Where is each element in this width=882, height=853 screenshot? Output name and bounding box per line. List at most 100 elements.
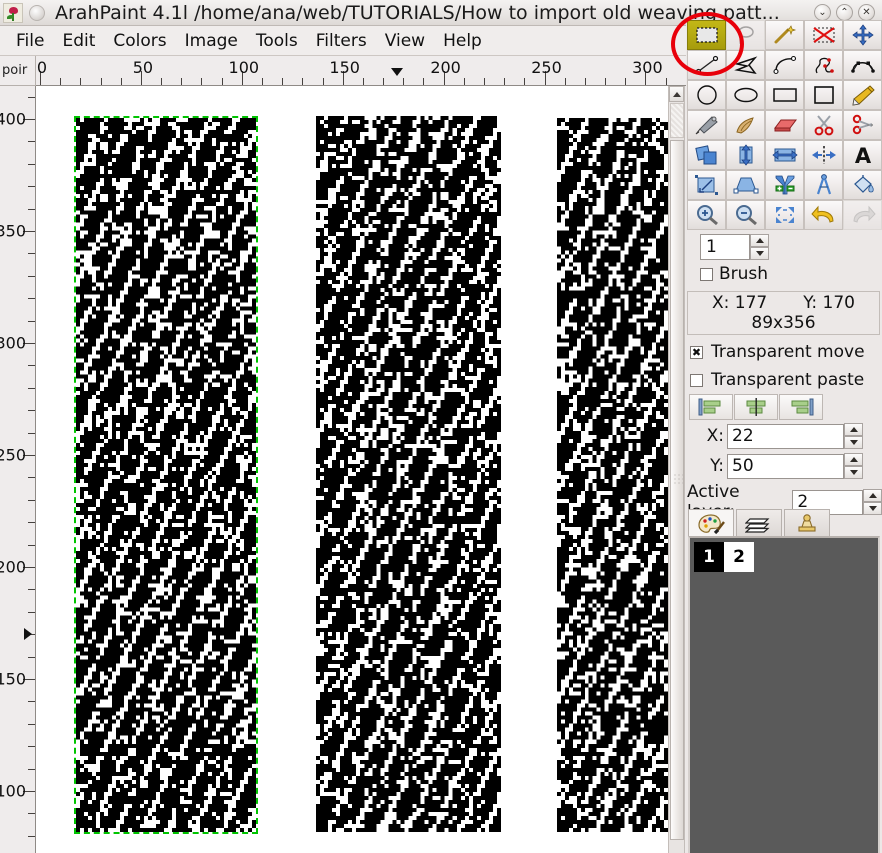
transparent-paste-row[interactable]: Transparent paste bbox=[690, 370, 864, 390]
fit-to-window-tool[interactable] bbox=[765, 200, 804, 230]
pencil-tool[interactable] bbox=[843, 80, 882, 110]
brush-checkbox[interactable] bbox=[700, 267, 713, 281]
magic-wand-tool[interactable] bbox=[765, 20, 804, 50]
tab-layers[interactable] bbox=[736, 509, 782, 537]
move-tool[interactable] bbox=[843, 20, 882, 50]
vertical-scrollbar[interactable] bbox=[668, 86, 685, 853]
smudge-tool[interactable] bbox=[726, 110, 765, 140]
close-icon[interactable]: ✕ bbox=[858, 4, 875, 21]
menu-filters[interactable]: Filters bbox=[307, 29, 376, 53]
text-tool[interactable]: A bbox=[843, 140, 882, 170]
position-x-up-button[interactable] bbox=[844, 423, 863, 436]
perspective-tool[interactable] bbox=[726, 170, 765, 200]
brush-checkbox-row[interactable]: Brush bbox=[700, 264, 768, 284]
ruler-label: 150 bbox=[0, 669, 26, 689]
transparent-move-checkbox[interactable]: ✖ bbox=[690, 345, 703, 359]
pattern-weave-2[interactable] bbox=[316, 116, 501, 832]
copy-paste-tool[interactable] bbox=[687, 140, 726, 170]
menu-colors[interactable]: Colors bbox=[104, 29, 175, 53]
scrollbar-thumb[interactable] bbox=[670, 140, 684, 840]
eraser-tool[interactable] bbox=[765, 110, 804, 140]
flip-horizontal-tool[interactable] bbox=[765, 140, 804, 170]
tab-stamp[interactable] bbox=[784, 509, 830, 537]
palette-color-swatch[interactable]: 2 bbox=[724, 542, 754, 572]
ruler-tick bbox=[261, 78, 263, 85]
ruler-tick bbox=[161, 78, 163, 85]
palette-row: 12 bbox=[694, 542, 874, 572]
ruler-tick bbox=[28, 746, 35, 748]
panel-tabs bbox=[688, 509, 830, 537]
align-left-button[interactable] bbox=[689, 394, 733, 420]
rectangle-filled-tool[interactable] bbox=[765, 80, 804, 110]
position-y-input[interactable]: 50 bbox=[727, 453, 844, 479]
rectangle-select-tool[interactable] bbox=[687, 20, 726, 50]
menu-view[interactable]: View bbox=[376, 29, 434, 53]
menu-tools[interactable]: Tools bbox=[247, 29, 307, 53]
pattern-weave-3[interactable] bbox=[557, 118, 668, 832]
pattern-weave-1[interactable] bbox=[76, 118, 256, 832]
ruler-tick bbox=[28, 432, 35, 434]
active-layer-up-button[interactable] bbox=[863, 489, 882, 502]
flip-vertical-tool[interactable] bbox=[726, 140, 765, 170]
fill-bucket-tool[interactable] bbox=[843, 170, 882, 200]
window-title: ArahPaint 4.1l /home/ana/web/TUTORIALS/H… bbox=[55, 1, 780, 24]
ruler-label: 250 bbox=[531, 58, 562, 77]
palette-color-swatch[interactable]: 1 bbox=[694, 542, 724, 572]
position-x-down-button[interactable] bbox=[844, 436, 863, 449]
ruler-tick bbox=[383, 78, 385, 85]
transparent-move-row[interactable]: ✖ Transparent move bbox=[690, 342, 865, 362]
menu-image[interactable]: Image bbox=[176, 29, 247, 53]
zoom-out-tool[interactable] bbox=[726, 200, 765, 230]
deselect-tool[interactable] bbox=[804, 20, 843, 50]
ellipse-tool[interactable] bbox=[726, 80, 765, 110]
airbrush-tool[interactable] bbox=[687, 110, 726, 140]
vertical-ruler[interactable]: 40035030025020015010050 bbox=[0, 86, 36, 853]
cut-tool[interactable] bbox=[804, 110, 843, 140]
minimize-icon[interactable]: ⌄ bbox=[814, 4, 831, 21]
position-x-input[interactable]: 22 bbox=[727, 423, 844, 449]
merge-tool[interactable] bbox=[765, 170, 804, 200]
transparent-paste-checkbox[interactable] bbox=[690, 373, 703, 387]
color-palette[interactable]: 12 bbox=[688, 536, 880, 853]
circle-tool[interactable] bbox=[687, 80, 726, 110]
brush-size-down-button[interactable] bbox=[750, 247, 769, 260]
freehand-curve-tool[interactable] bbox=[804, 50, 843, 80]
scroll-up-arrow-icon[interactable] bbox=[669, 86, 684, 102]
menu-file[interactable]: File bbox=[7, 29, 53, 53]
ruler-label: 250 bbox=[0, 445, 26, 465]
compass-tool[interactable] bbox=[804, 170, 843, 200]
canvas-area[interactable] bbox=[36, 86, 668, 853]
ruler-tick bbox=[665, 78, 667, 85]
active-layer-stepper bbox=[863, 489, 882, 515]
ruler-tick bbox=[120, 78, 122, 85]
window-menu-icon[interactable] bbox=[29, 4, 45, 21]
bezier-tool[interactable] bbox=[843, 50, 882, 80]
curve-tool[interactable] bbox=[765, 50, 804, 80]
zoom-in-tool[interactable] bbox=[687, 200, 726, 230]
position-y-down-button[interactable] bbox=[844, 466, 863, 479]
scrollbar-track[interactable] bbox=[670, 103, 684, 138]
redo-tool bbox=[843, 200, 882, 230]
undo-tool[interactable] bbox=[804, 200, 843, 230]
ruler-label: 0 bbox=[36, 58, 48, 77]
brush-size-input[interactable]: 1 bbox=[700, 234, 750, 260]
mirror-tool[interactable] bbox=[804, 140, 843, 170]
active-layer-down-button[interactable] bbox=[863, 502, 882, 515]
maximize-icon[interactable]: ⌃ bbox=[836, 4, 853, 21]
align-center-button[interactable] bbox=[734, 394, 778, 420]
rectangle-outline-tool[interactable] bbox=[804, 80, 843, 110]
position-y-up-button[interactable] bbox=[844, 453, 863, 466]
brush-row: 1 Brush bbox=[686, 232, 882, 290]
tab-palette[interactable] bbox=[688, 509, 734, 537]
ruler-tick bbox=[28, 589, 35, 591]
brush-size-up-button[interactable] bbox=[750, 234, 769, 247]
ruler-tick bbox=[60, 78, 62, 85]
app-icon bbox=[3, 2, 23, 23]
menu-edit[interactable]: Edit bbox=[53, 29, 104, 53]
menu-help[interactable]: Help bbox=[434, 29, 491, 53]
align-right-button[interactable] bbox=[779, 394, 823, 420]
cut-dashed-tool[interactable] bbox=[843, 110, 882, 140]
transform-tool[interactable] bbox=[687, 170, 726, 200]
line-tool[interactable] bbox=[687, 50, 726, 80]
polygon-tool[interactable] bbox=[726, 50, 765, 80]
